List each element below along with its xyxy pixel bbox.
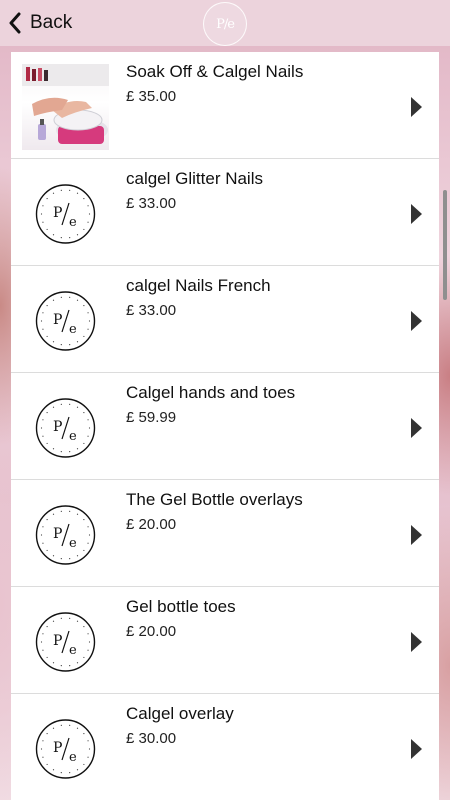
svg-text:e: e bbox=[69, 643, 77, 658]
service-thumbnail: Pe bbox=[22, 492, 109, 578]
brand-badge-icon: Pe bbox=[35, 291, 96, 351]
service-item[interactable]: Soak Off & Calgel Nails £ 35.00 bbox=[11, 52, 439, 159]
chevron-right-icon[interactable] bbox=[411, 311, 422, 331]
service-thumbnail bbox=[22, 64, 109, 150]
brand-badge-icon: Pe bbox=[35, 719, 96, 779]
service-thumbnail: Pe bbox=[22, 385, 109, 471]
service-name: calgel Glitter Nails bbox=[126, 169, 263, 188]
brand-badge-icon: Pe bbox=[35, 398, 96, 458]
svg-text:e: e bbox=[69, 429, 77, 444]
brand-badge-icon: Pe bbox=[35, 184, 96, 244]
service-thumbnail: Pe bbox=[22, 171, 109, 257]
service-item[interactable]: Pe calgel Glitter Nails £ 33.00 bbox=[11, 159, 439, 266]
top-bar: Back P/e bbox=[0, 0, 450, 46]
service-price: £ 35.00 bbox=[126, 88, 177, 105]
service-list[interactable]: Soak Off & Calgel Nails £ 35.00 Pe calgel G… bbox=[11, 52, 439, 800]
svg-text:P: P bbox=[53, 205, 62, 221]
service-item[interactable]: Pe Calgel overlay £ 30.00 bbox=[11, 694, 439, 800]
service-item[interactable]: Pe The Gel Bottle overlays £ 20.00 bbox=[11, 480, 439, 587]
service-price: £ 59.99 bbox=[126, 409, 177, 426]
svg-text:P: P bbox=[53, 633, 62, 649]
service-name: The Gel Bottle overlays bbox=[126, 490, 303, 509]
chevron-right-icon[interactable] bbox=[411, 97, 422, 117]
service-name: Calgel overlay bbox=[126, 704, 234, 723]
service-thumbnail: Pe bbox=[22, 278, 109, 364]
service-price: £ 33.00 bbox=[126, 195, 177, 212]
chevron-left-icon bbox=[9, 12, 21, 34]
svg-text:e: e bbox=[69, 322, 77, 337]
back-label: Back bbox=[30, 12, 73, 33]
service-name: Gel bottle toes bbox=[126, 597, 236, 616]
chevron-right-icon[interactable] bbox=[411, 525, 422, 545]
svg-text:e: e bbox=[69, 215, 77, 230]
service-thumbnail: Pe bbox=[22, 599, 109, 685]
chevron-right-icon[interactable] bbox=[411, 418, 422, 438]
svg-text:P: P bbox=[53, 312, 62, 328]
scrollbar[interactable] bbox=[443, 190, 447, 300]
service-thumbnail: Pe bbox=[22, 706, 109, 792]
svg-text:P: P bbox=[53, 419, 62, 435]
service-item[interactable]: Pe Calgel hands and toes £ 59.99 bbox=[11, 373, 439, 480]
svg-text:P: P bbox=[53, 740, 62, 756]
svg-text:e: e bbox=[69, 750, 77, 765]
chevron-right-icon[interactable] bbox=[411, 204, 422, 224]
brand-badge-icon: Pe bbox=[35, 612, 96, 672]
svg-text:P: P bbox=[53, 526, 62, 542]
service-name: Calgel hands and toes bbox=[126, 383, 296, 402]
manicure-photo bbox=[22, 64, 109, 150]
service-price: £ 20.00 bbox=[126, 623, 177, 640]
service-name: calgel Nails French bbox=[126, 276, 271, 295]
chevron-right-icon[interactable] bbox=[411, 739, 422, 759]
chevron-right-icon[interactable] bbox=[411, 632, 422, 652]
svg-text:e: e bbox=[69, 536, 77, 551]
service-price: £ 30.00 bbox=[126, 730, 177, 747]
service-item[interactable]: Pe Gel bottle toes £ 20.00 bbox=[11, 587, 439, 694]
service-price: £ 20.00 bbox=[126, 516, 177, 533]
back-button[interactable]: Back bbox=[8, 8, 72, 38]
brand-badge-icon: Pe bbox=[35, 505, 96, 565]
brand-logo-text: P/e bbox=[216, 16, 235, 32]
service-name: Soak Off & Calgel Nails bbox=[126, 62, 304, 81]
service-price: £ 33.00 bbox=[126, 302, 177, 319]
brand-logo: P/e bbox=[203, 2, 247, 46]
service-item[interactable]: Pe calgel Nails French £ 33.00 bbox=[11, 266, 439, 373]
